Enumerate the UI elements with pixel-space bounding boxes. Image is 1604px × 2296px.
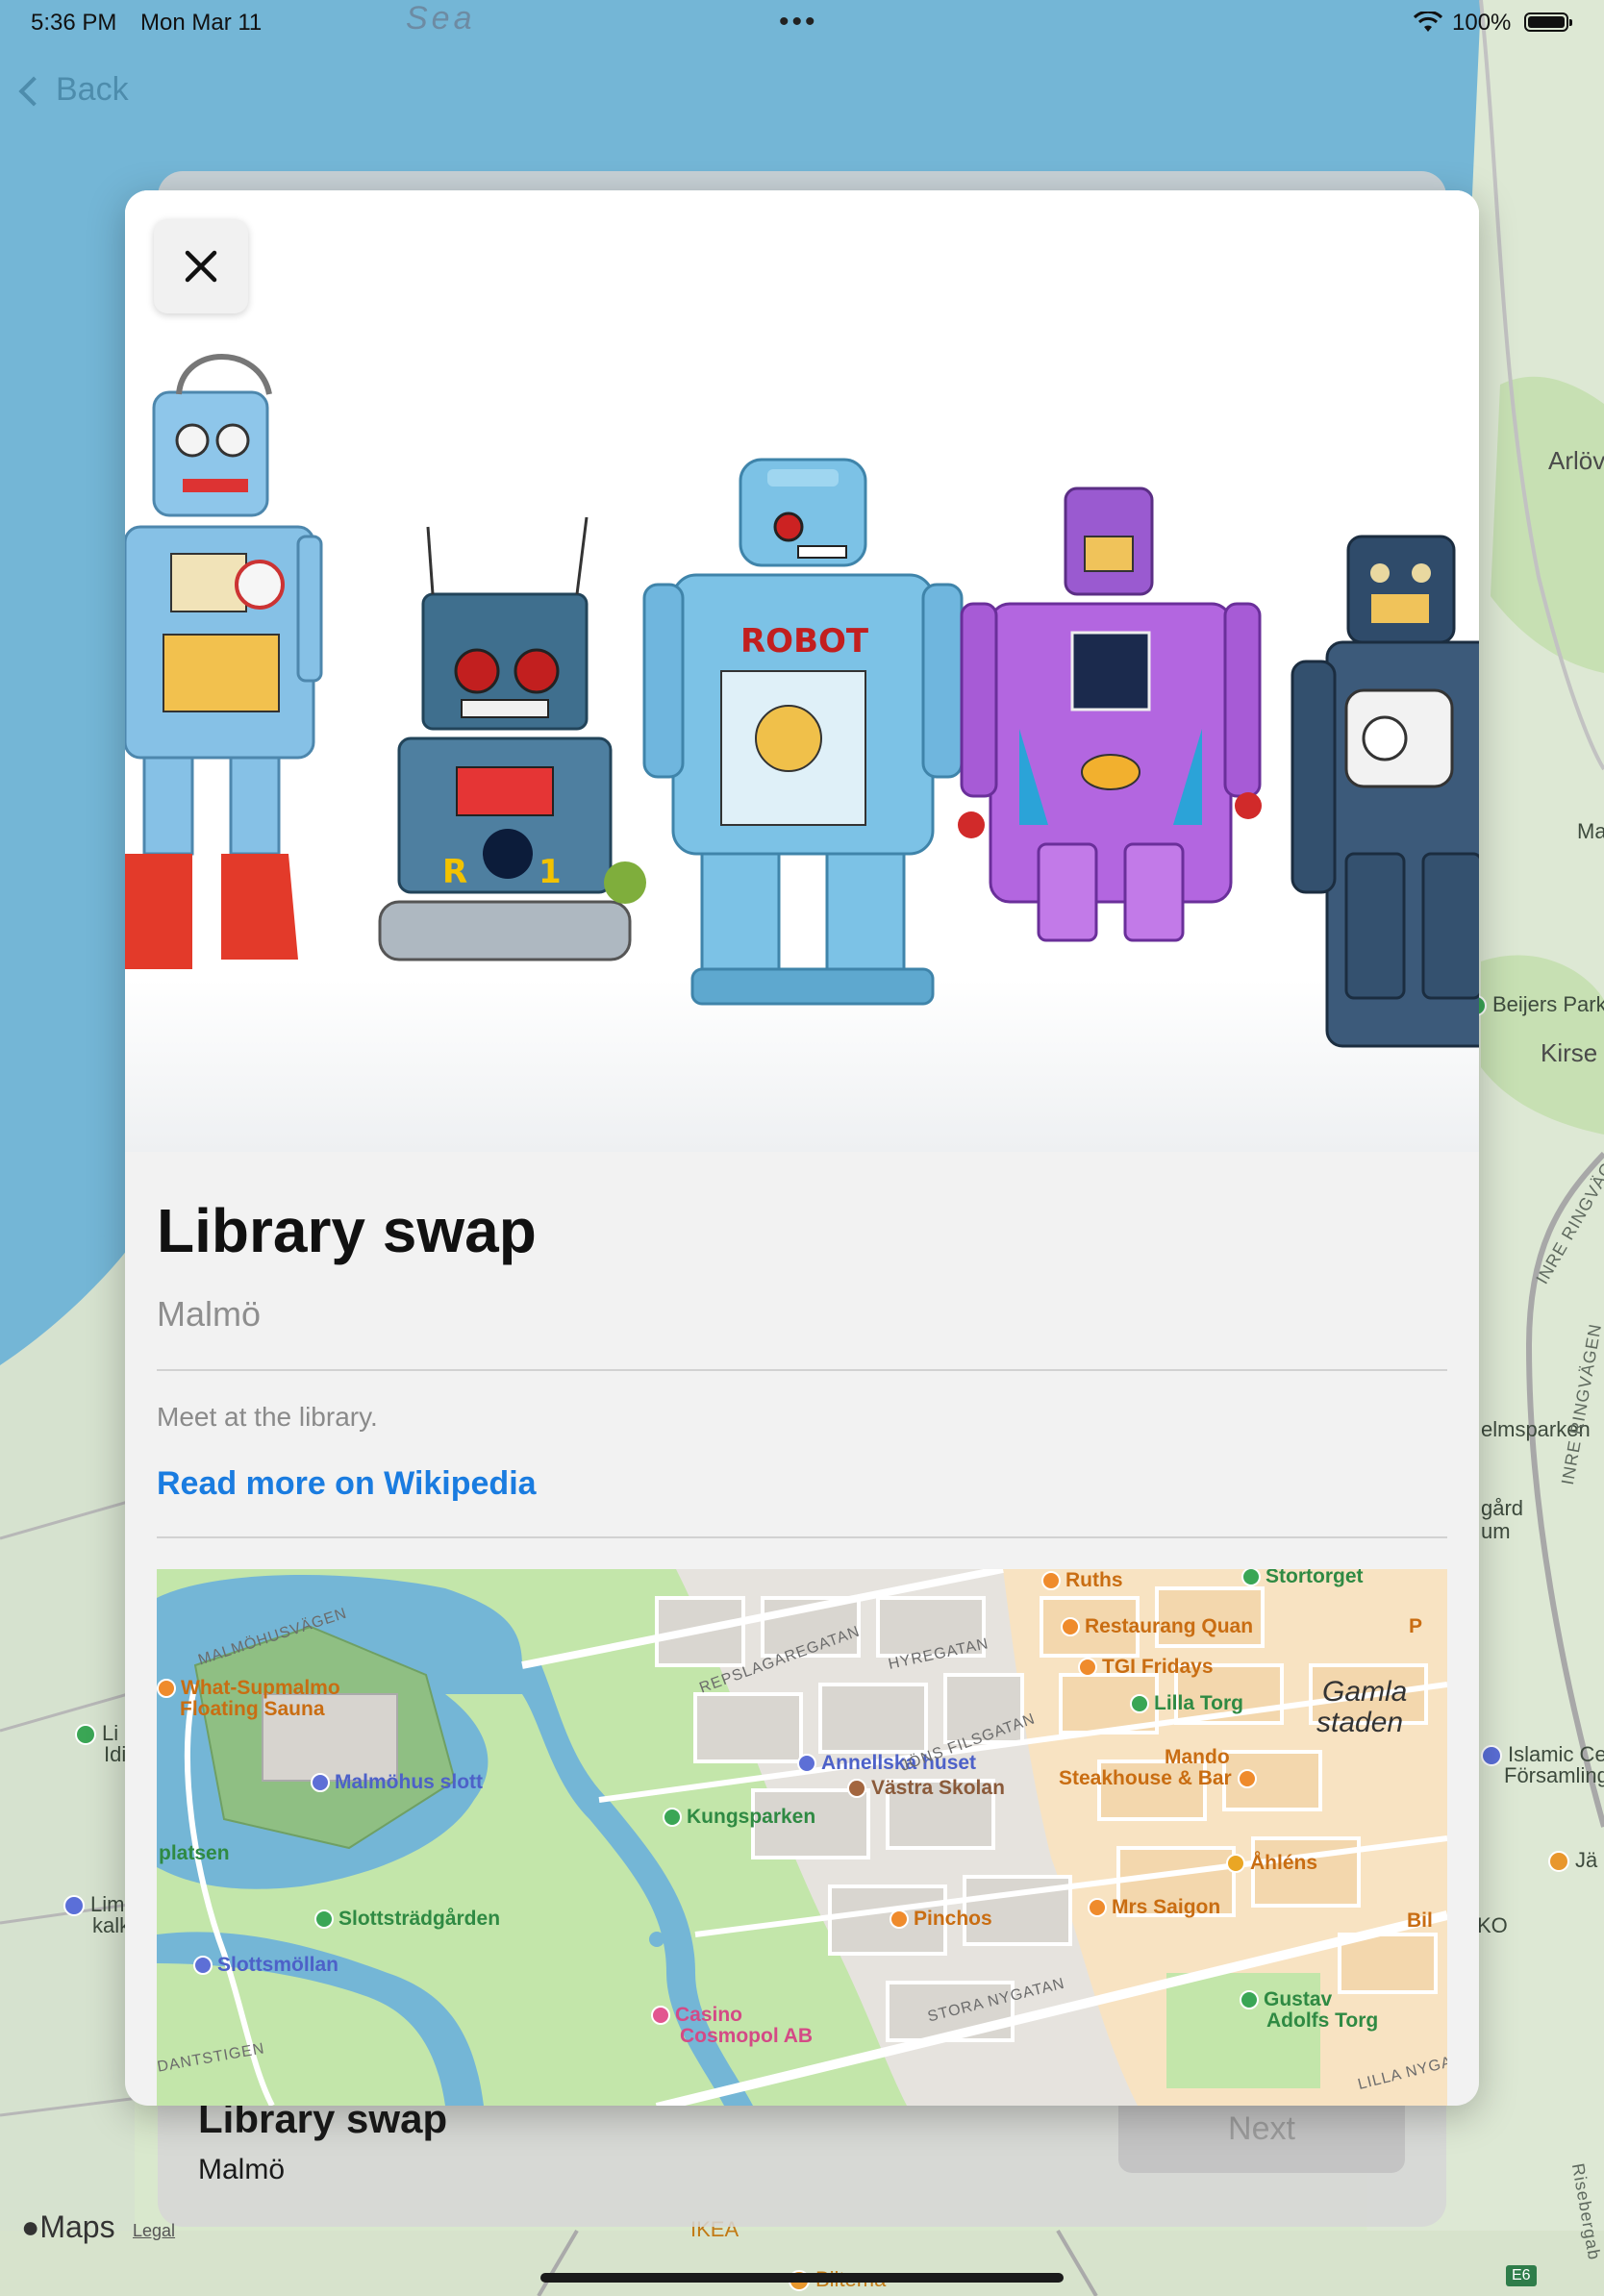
map-label-arlov: Arlöv (1548, 446, 1604, 475)
restaurant-pin-icon (1078, 1658, 1097, 1678)
landmark-pin-icon (797, 1754, 816, 1774)
poi-bil[interactable]: Bil (1407, 1909, 1433, 1933)
district-gamla: Gamla (1322, 1676, 1408, 1708)
restaurant-pin-icon (1237, 1769, 1257, 1789)
battery-percentage: 100% (1452, 10, 1512, 36)
poi-slottstradgarden[interactable]: Slottsträdgården (314, 1908, 500, 1931)
robot-1-label: 1 (539, 853, 562, 891)
close-button[interactable] (154, 219, 248, 313)
landmark-pin-icon (63, 1895, 85, 1917)
casino-pin-icon (651, 2006, 670, 2026)
landmark-pin-icon (1481, 1745, 1502, 1767)
poi-cosmopol: Cosmopol AB (680, 2025, 814, 2047)
poi-adolfs-torg: Adolfs Torg (1266, 2009, 1379, 2032)
hero-image: R 1 ROBOT (125, 190, 1479, 1152)
park-pin-icon (314, 1909, 334, 1930)
place-description: Meet at the library. (157, 1402, 378, 1432)
wifi-icon (1414, 12, 1442, 32)
map-label-ko: KO (1477, 1913, 1508, 1937)
poi-what-supmalmo[interactable]: What-Supmalmo (157, 1677, 340, 1700)
status-date: Mon Mar 11 (140, 10, 263, 36)
poi-lilla-torg[interactable]: Lilla Torg (1130, 1692, 1243, 1715)
poi-stortorget[interactable]: Stortorget (1241, 1569, 1364, 1588)
status-bar: 5:36 PM Mon Mar 11 ••• 100% (0, 0, 1604, 44)
chevron-left-icon (18, 76, 49, 107)
poi-mando[interactable]: Mando (1165, 1746, 1230, 1769)
robot-text-label: ROBOT (740, 622, 869, 661)
close-icon (185, 250, 217, 283)
park-pin-icon (663, 1808, 682, 1828)
restaurant-pin-icon (1061, 1617, 1080, 1637)
poi-tgi-fridays[interactable]: TGI Fridays (1078, 1656, 1214, 1679)
restaurant-pin-icon (1088, 1898, 1107, 1918)
location-mini-map[interactable]: MALMÖHUSVÄGEN What-Supmalmo Floating Sau… (157, 1569, 1447, 2106)
poi-gustav-adolfs-torg[interactable]: Gustav (1240, 1988, 1332, 2011)
square-pin-icon (1241, 1569, 1261, 1587)
map-label-ja: Jä (1548, 1848, 1597, 1873)
shop-pin-icon (1548, 1851, 1569, 1873)
map-label-gard: gård (1481, 1496, 1524, 1520)
poi-kungsparken[interactable]: Kungsparken (663, 1806, 815, 1829)
square-pin-icon (1130, 1694, 1149, 1714)
restaurant-pin-icon (1041, 1571, 1061, 1591)
landmark-pin-icon (193, 1956, 213, 1976)
apple-maps-logo: ●Maps (21, 2209, 115, 2244)
divider (157, 1536, 1447, 1538)
multitasking-dots[interactable]: ••• (779, 6, 818, 38)
place-title: Library swap (157, 1196, 537, 1265)
poi-ruths[interactable]: Ruths (1041, 1569, 1123, 1592)
poi-platsen: platsen (159, 1842, 230, 1864)
divider (157, 1369, 1447, 1371)
back-button[interactable]: Back (18, 71, 129, 109)
robot-r-label: R (442, 853, 467, 891)
place-location: Malmö (157, 1294, 262, 1334)
legal-link[interactable]: Legal (133, 2221, 175, 2241)
home-indicator[interactable] (540, 2273, 1064, 2283)
store-pin-icon (1226, 1854, 1245, 1874)
road-sign-e6: E6 (1506, 2265, 1537, 2286)
back-label: Back (56, 71, 129, 108)
map-label-um: um (1481, 1519, 1511, 1543)
poi-malmohus-slott[interactable]: Malmöhus slott (311, 1771, 483, 1794)
map-label-kirse: Kirse (1541, 1038, 1598, 1067)
square-pin-icon (1240, 1990, 1259, 2010)
map-label-ma: Ma (1577, 819, 1604, 843)
school-pin-icon (847, 1779, 866, 1799)
place-detail-modal: R 1 ROBOT Library swap Malmö Meet at the… (125, 190, 1479, 2106)
restaurant-pin-icon (890, 1909, 909, 1930)
poi-slottsmollan[interactable]: Slottsmöllan (193, 1954, 338, 1977)
poi-mando-steakhouse: Steakhouse & Bar (1059, 1767, 1262, 1790)
park-pin-icon (75, 1724, 96, 1746)
castle-pin-icon (311, 1773, 330, 1793)
map-label-beijers-park: Beijers Park (1466, 992, 1604, 1017)
battery-icon (1524, 12, 1572, 32)
wikipedia-link[interactable]: Read more on Wikipedia (157, 1465, 537, 1503)
poi-ahlens[interactable]: Åhléns (1226, 1852, 1317, 1875)
map-label-forsamling: Församling (1504, 1763, 1604, 1787)
sheet-subtitle: Malmö (198, 2154, 286, 2185)
robots-photo: R 1 ROBOT (125, 190, 1479, 1152)
map-label-idi: Idi (104, 1742, 127, 1766)
status-time: 5:36 PM (31, 10, 117, 36)
poi-floating-sauna: Floating Sauna (180, 1698, 325, 1720)
poi-p[interactable]: P (1409, 1615, 1422, 1638)
poi-casino[interactable]: Casino (651, 2004, 742, 2027)
poi-pinchos[interactable]: Pinchos (890, 1908, 992, 1931)
poi-restaurang-quan[interactable]: Restaurang Quan (1061, 1615, 1253, 1638)
district-staden: staden (1316, 1707, 1404, 1738)
apple-logo-icon: ● (21, 2209, 40, 2244)
poi-mrs-saigon[interactable]: Mrs Saigon (1088, 1896, 1220, 1919)
sauna-pin-icon (157, 1679, 176, 1699)
poi-vastra-skolan[interactable]: Västra Skolan (847, 1777, 1005, 1800)
